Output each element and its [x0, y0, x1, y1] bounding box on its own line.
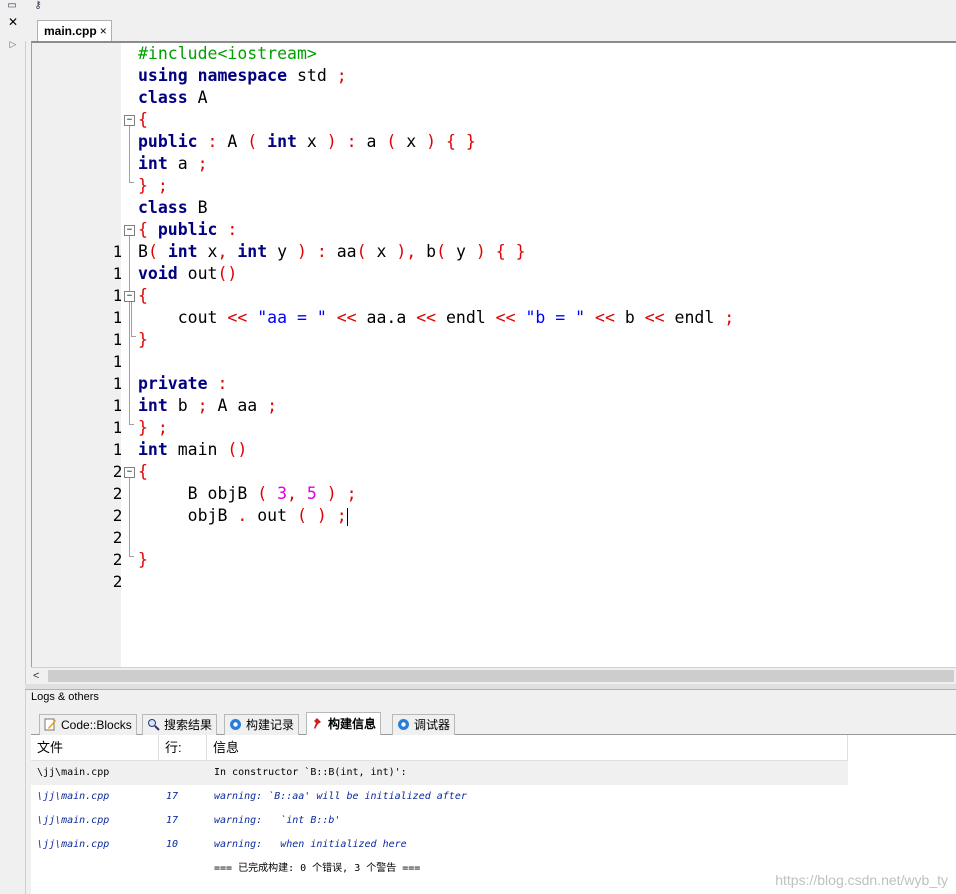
code-line: { public : — [138, 220, 238, 239]
log-message: warning: `int B::b' — [214, 815, 341, 826]
tab-label: 调试器 — [414, 718, 451, 732]
tab-label: 搜索结果 — [164, 718, 213, 732]
column-header-message[interactable]: 信息 — [207, 735, 848, 761]
code-line: class B — [138, 198, 208, 217]
log-row[interactable]: === 已完成构建: 0 个错误, 3 个警告 === — [31, 857, 848, 881]
expand-arrow-icon[interactable]: ▷ — [3, 36, 23, 52]
log-file: \jj\main.cpp — [37, 767, 110, 778]
horizontal-scrollbar[interactable]: < — [31, 667, 956, 685]
code-line: public : A ( int x ) : a ( x ) { } — [138, 132, 476, 151]
log-row[interactable]: \jj\main.cpp 17 warning: `B::aa' will be… — [31, 785, 848, 809]
search-icon — [148, 719, 160, 731]
scroll-left-icon[interactable]: < — [33, 668, 39, 685]
code-line: int a ; — [138, 154, 208, 173]
code-line: cout << "aa = " << aa.a << endl << "b = … — [138, 308, 735, 327]
fold-line — [129, 126, 130, 182]
code-line: B( int x, int y ) : aa( x ), b( y ) { } — [138, 242, 526, 261]
log-line: 10 — [166, 839, 179, 850]
code-line: } — [138, 330, 148, 349]
text-cursor — [346, 507, 348, 526]
tab-label: main.cpp — [44, 24, 97, 38]
tab-label: 构建信息 — [328, 717, 377, 731]
code-line: B objB ( 3, 5 ) ; — [138, 484, 357, 503]
tab-close-icon[interactable]: × — [100, 24, 107, 38]
column-header-line[interactable]: 行: — [159, 735, 207, 761]
gear-icon — [398, 719, 409, 730]
log-message: warning: `B::aa' will be initialized aft… — [214, 791, 467, 802]
gear-icon — [230, 719, 241, 730]
code-text-area[interactable]: #include<iostream> using namespace std ;… — [136, 43, 955, 669]
code-line: private : — [138, 374, 228, 393]
code-line: #include<iostream> — [138, 43, 317, 65]
fold-line — [129, 478, 130, 556]
pencil-doc-icon — [44, 718, 56, 731]
watermark: https://blog.csdn.net/wyb_ty — [775, 872, 948, 888]
log-row[interactable]: \jj\main.cpp 10 warning: when initialize… — [31, 833, 848, 857]
close-icon[interactable]: ✕ — [3, 14, 23, 30]
management-panel: ✕ ▷ — [0, 14, 26, 894]
fold-end — [129, 182, 134, 183]
log-line: 17 — [166, 791, 179, 802]
code-text: #include<iostream> — [138, 44, 317, 63]
fold-end — [129, 556, 134, 557]
code-line: using namespace std ; — [138, 66, 347, 85]
fold-toggle-icon[interactable]: − — [124, 225, 135, 236]
scrollbar-thumb[interactable] — [48, 670, 954, 682]
fold-line — [129, 236, 130, 424]
fold-margin: − − − − — [121, 43, 136, 669]
log-file: \jj\main.cpp — [37, 791, 110, 802]
fold-end — [129, 424, 134, 425]
log-row[interactable]: \jj\main.cpp 17 warning: `int B::b' — [31, 809, 848, 833]
tab-search-results[interactable]: 搜索结果 — [142, 714, 218, 735]
code-line: objB . out ( ) ; — [138, 506, 348, 526]
key-icon[interactable]: ⚷ — [30, 0, 46, 12]
code-line: } — [138, 550, 148, 569]
toolbar-strip: ▭ ⚷ — [0, 0, 956, 15]
tab-build-messages[interactable]: 构建信息 — [306, 712, 382, 735]
logs-panel-title: Logs & others — [31, 691, 99, 703]
log-message: === 已完成构建: 0 个错误, 3 个警告 === — [214, 863, 421, 874]
tab-label: 构建记录 — [246, 718, 295, 732]
log-file: \jj\main.cpp — [37, 839, 110, 850]
document-icon[interactable]: ▭ — [4, 0, 20, 12]
tab-build-log[interactable]: 构建记录 — [224, 714, 300, 735]
code-line: { — [138, 286, 148, 305]
code-line: { — [138, 462, 148, 481]
code-line: int main () — [138, 440, 248, 459]
log-message: warning: when initialized here — [214, 839, 407, 850]
tab-main-cpp[interactable]: main.cpp × — [37, 20, 112, 41]
column-header-file[interactable]: 文件 — [31, 735, 159, 761]
logs-tab-bar: Code::Blocks 搜索结果 构建记录 构建信息 调试器 — [31, 712, 956, 735]
code-editor[interactable]: 1 2 3 4 5 6 7 8 9 10 11 12 13 14 15 16 1… — [31, 41, 956, 669]
fold-toggle-icon[interactable]: − — [124, 467, 135, 478]
code-line: void out() — [138, 264, 238, 283]
build-messages-list[interactable]: 文件 行: 信息 \jj\main.cpp In constructor `B:… — [31, 735, 956, 894]
log-file: \jj\main.cpp — [37, 815, 110, 826]
tab-debugger[interactable]: 调试器 — [392, 714, 456, 735]
fold-line — [131, 302, 132, 336]
code-line: { — [138, 110, 148, 129]
code-line: class A — [138, 88, 208, 107]
fold-toggle-icon[interactable]: − — [124, 115, 135, 126]
log-row[interactable]: \jj\main.cpp In constructor `B::B(int, i… — [31, 761, 848, 785]
editor-tab-bar: main.cpp × — [25, 14, 956, 41]
tab-label: Code::Blocks — [61, 718, 132, 732]
log-message: In constructor `B::B(int, int)': — [214, 767, 407, 778]
code-line: } ; — [138, 418, 168, 437]
panel-splitter[interactable] — [25, 684, 956, 690]
fold-toggle-icon[interactable]: − — [124, 291, 135, 302]
log-line: 17 — [166, 815, 179, 826]
tab-codeblocks[interactable]: Code::Blocks — [39, 714, 137, 735]
code-line: } ; — [138, 176, 168, 195]
pin-icon — [314, 718, 321, 729]
code-line: int b ; A aa ; — [138, 396, 278, 415]
